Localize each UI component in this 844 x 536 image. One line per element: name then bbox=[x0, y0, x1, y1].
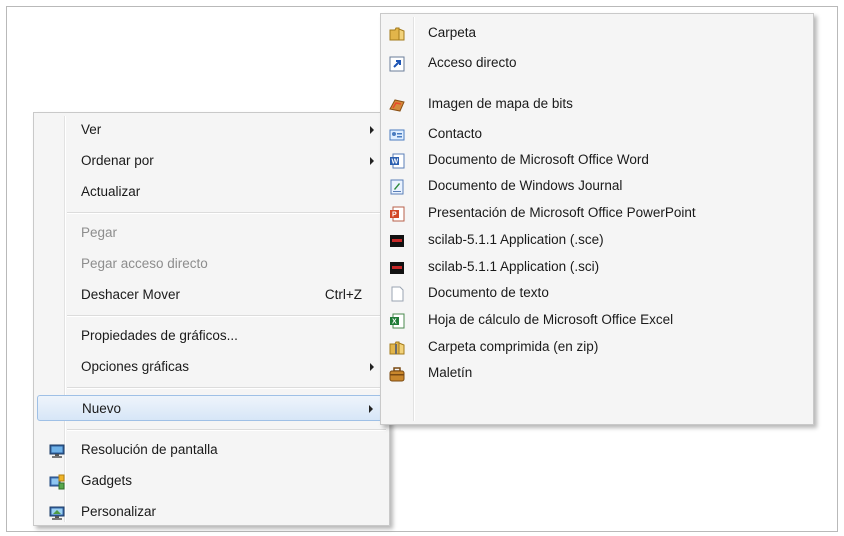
submenu-arrow-icon bbox=[370, 363, 374, 371]
menu-item-label: Ordenar por bbox=[81, 153, 154, 168]
submenu-item-word[interactable]: W Documento de Microsoft Office Word bbox=[384, 147, 810, 173]
menu-item-resolucion-pantalla[interactable]: Resolución de pantalla bbox=[37, 437, 386, 463]
submenu-item-label: Carpeta comprimida (en zip) bbox=[428, 339, 599, 354]
submenu-item-label: Documento de Microsoft Office Word bbox=[428, 152, 649, 167]
menu-separator bbox=[67, 212, 386, 214]
menu-item-label: Gadgets bbox=[81, 473, 133, 488]
personalize-icon bbox=[49, 504, 65, 520]
gadgets-icon bbox=[49, 473, 65, 490]
contact-icon bbox=[389, 126, 405, 142]
briefcase-icon bbox=[389, 365, 405, 382]
menu-item-opciones-graficas[interactable]: Opciones gráficas bbox=[37, 354, 386, 380]
journal-document-icon bbox=[389, 178, 405, 195]
svg-text:P: P bbox=[392, 212, 397, 219]
menu-item-nuevo[interactable]: Nuevo bbox=[37, 395, 386, 421]
excel-icon: X bbox=[389, 312, 405, 329]
menu-item-ordenar-por[interactable]: Ordenar por bbox=[37, 148, 386, 174]
menu-item-label: Propiedades de gráficos... bbox=[81, 328, 238, 343]
text-document-icon bbox=[389, 285, 405, 302]
submenu-arrow-icon bbox=[370, 157, 374, 165]
menu-item-gadgets[interactable]: Gadgets bbox=[37, 468, 386, 494]
nuevo-submenu: Carpeta Acceso directo Imagen de mapa de… bbox=[380, 13, 814, 425]
menu-item-propiedades-graficos[interactable]: Propiedades de gráficos... bbox=[37, 323, 386, 349]
menu-item-actualizar[interactable]: Actualizar bbox=[37, 179, 386, 205]
menu-item-label: Personalizar bbox=[81, 504, 157, 519]
menu-separator bbox=[67, 387, 386, 389]
submenu-arrow-icon bbox=[370, 126, 374, 134]
submenu-item-label: Presentación de Microsoft Office PowerPo… bbox=[428, 205, 696, 220]
bitmap-image-icon bbox=[389, 96, 405, 112]
scilab-sci-icon bbox=[389, 259, 405, 275]
word-document-icon: W bbox=[389, 152, 405, 169]
menu-separator bbox=[67, 429, 386, 431]
submenu-item-label: Documento de texto bbox=[428, 285, 549, 300]
submenu-item-contacto[interactable]: Contacto bbox=[384, 121, 810, 147]
menu-item-ver[interactable]: Ver bbox=[37, 117, 386, 143]
menu-item-pegar[interactable]: Pegar bbox=[37, 220, 386, 246]
submenu-item-label: Documento de Windows Journal bbox=[428, 178, 623, 193]
svg-text:W: W bbox=[392, 159, 399, 166]
submenu-item-acceso-directo[interactable]: Acceso directo bbox=[384, 50, 810, 76]
submenu-item-label: scilab-5.1.1 Application (.sci) bbox=[428, 259, 600, 274]
scilab-sce-icon bbox=[389, 232, 405, 248]
submenu-item-label: Acceso directo bbox=[428, 55, 517, 70]
menu-item-label: Deshacer Mover bbox=[81, 287, 181, 302]
menu-item-label: Resolución de pantalla bbox=[81, 442, 218, 457]
menu-item-label: Nuevo bbox=[82, 401, 122, 416]
submenu-item-label: Hoja de cálculo de Microsoft Office Exce… bbox=[428, 312, 674, 327]
shortcut-label: Ctrl+Z bbox=[324, 287, 362, 302]
submenu-item-excel[interactable]: X Hoja de cálculo de Microsoft Office Ex… bbox=[384, 307, 810, 333]
powerpoint-icon: P bbox=[389, 205, 405, 222]
svg-text:X: X bbox=[392, 319, 397, 326]
submenu-item-maletin[interactable]: Maletín bbox=[384, 360, 810, 386]
submenu-item-carpeta[interactable]: Carpeta bbox=[384, 20, 810, 46]
submenu-item-label: scilab-5.1.1 Application (.sce) bbox=[428, 232, 604, 247]
menu-separator bbox=[67, 315, 386, 317]
zip-folder-icon bbox=[389, 339, 405, 355]
submenu-arrow-icon bbox=[369, 405, 373, 413]
menu-item-label: Opciones gráficas bbox=[81, 359, 190, 374]
submenu-item-imagen-mapa-bits[interactable]: Imagen de mapa de bits bbox=[384, 91, 810, 117]
submenu-item-documento-texto[interactable]: Documento de texto bbox=[384, 280, 810, 306]
menu-item-label: Pegar bbox=[81, 225, 118, 240]
submenu-item-label: Imagen de mapa de bits bbox=[428, 96, 573, 111]
shortcut-icon bbox=[389, 55, 405, 72]
menu-item-label: Ver bbox=[81, 122, 102, 137]
desktop-context-menu: Ver Ordenar por Actualizar Pegar Pegar a… bbox=[33, 112, 390, 526]
submenu-item-powerpoint[interactable]: P Presentación de Microsoft Office Power… bbox=[384, 200, 810, 226]
folder-icon bbox=[389, 25, 405, 41]
menu-item-deshacer-mover[interactable]: Deshacer Mover Ctrl+Z bbox=[37, 282, 386, 308]
screen-resolution-icon bbox=[49, 442, 65, 458]
menu-item-pegar-acceso-directo[interactable]: Pegar acceso directo bbox=[37, 251, 386, 277]
submenu-item-carpeta-comprimida[interactable]: Carpeta comprimida (en zip) bbox=[384, 334, 810, 360]
submenu-item-label: Carpeta bbox=[428, 25, 477, 40]
submenu-item-scilab-sci[interactable]: scilab-5.1.1 Application (.sci) bbox=[384, 254, 810, 280]
menu-item-label: Pegar acceso directo bbox=[81, 256, 208, 271]
submenu-item-windows-journal[interactable]: Documento de Windows Journal bbox=[384, 173, 810, 199]
submenu-item-label: Maletín bbox=[428, 365, 473, 380]
menu-item-personalizar[interactable]: Personalizar bbox=[37, 499, 386, 525]
menu-item-label: Actualizar bbox=[81, 184, 141, 199]
submenu-item-scilab-sce[interactable]: scilab-5.1.1 Application (.sce) bbox=[384, 227, 810, 253]
submenu-item-label: Contacto bbox=[428, 126, 483, 141]
